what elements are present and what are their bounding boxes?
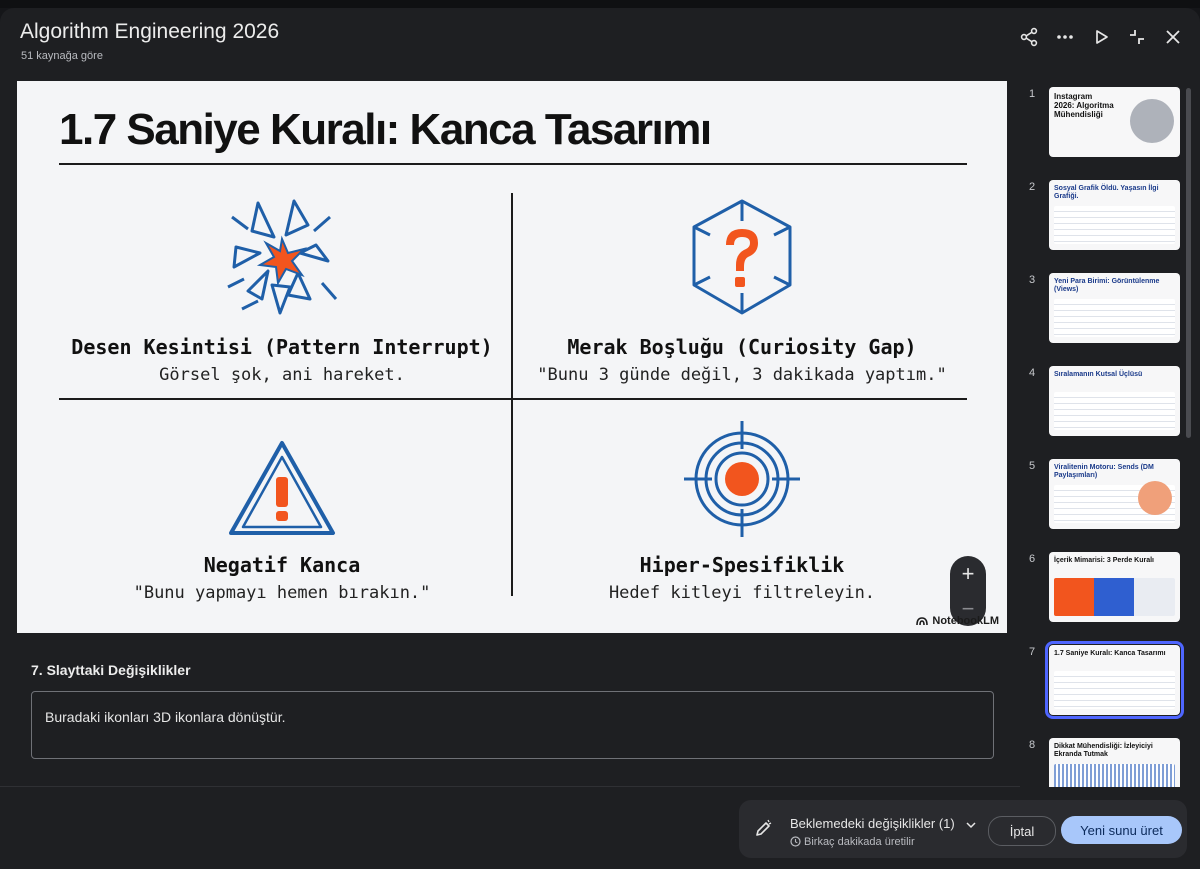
thumbnail-item-selected[interactable]: 7 1.7 Saniye Kuralı: Kanca Tasarımı — [1022, 639, 1184, 719]
thumbnail-image: Sosyal Grafik Öldü. Yaşasın İlgi Grafiği… — [1049, 180, 1180, 250]
thumbnail-image: Dikkat Mühendisliği: İzleyiciyi Ekranda … — [1049, 738, 1180, 787]
title-rule — [59, 163, 967, 165]
thumbnail-item[interactable]: 1 Instagram 2026: Algoritma Mühendisliği — [1022, 81, 1182, 161]
thumbnail-number: 8 — [1029, 739, 1036, 751]
window-top-strip — [0, 0, 1200, 8]
thumbnail-item[interactable]: 2 Sosyal Grafik Öldü. Yaşasın İlgi Grafi… — [1022, 174, 1182, 254]
thumbnail-title: 1.7 Saniye Kuralı: Kanca Tasarımı — [1054, 650, 1166, 657]
source-count: 51 kaynağa göre — [21, 50, 103, 62]
edit-pen-icon — [756, 819, 772, 836]
quadrant-heading: Desen Kesintisi (Pattern Interrupt) — [71, 335, 493, 359]
collapse-icon[interactable] — [1122, 22, 1152, 52]
pending-changes-bar: Beklemedeki değişiklikler (1) Birkaç dak… — [739, 800, 1187, 858]
thumbnail-image: İçerik Mimarisi: 3 Perde Kuralı — [1049, 552, 1180, 622]
thumbnail-number: 1 — [1029, 88, 1036, 100]
cancel-button[interactable]: İptal — [988, 816, 1056, 846]
slide-canvas: 1.7 Saniye Kuralı: Kanca Tasarımı Desen … — [17, 81, 1007, 633]
thumbnail-title: Sosyal Grafik Öldü. Yaşasın İlgi Grafiği… — [1054, 185, 1159, 201]
shattered-glass-icon — [227, 199, 338, 315]
thumbnail-title: Dikkat Mühendisliği: İzleyiciyi Ekranda … — [1054, 743, 1153, 759]
thumbnail-item[interactable]: 6 İçerik Mimarisi: 3 Perde Kuralı — [1022, 546, 1182, 626]
pending-subtitle: Birkaç dakikada üretilir — [790, 836, 915, 848]
thumbnail-title: Instagram 2026: Algoritma Mühendisliği — [1054, 92, 1114, 120]
quadrant-heading: Negatif Kanca — [203, 553, 361, 577]
quadrant-description: "Bunu 3 günde değil, 3 dakikada yaptım." — [537, 365, 947, 385]
thumbnail-title: İçerik Mimarisi: 3 Perde Kuralı — [1054, 557, 1154, 564]
quadrant-curiosity-gap: Merak Boşluğu (Curiosity Gap) "Bunu 3 gü… — [522, 193, 962, 385]
chevron-down-icon[interactable] — [966, 821, 976, 829]
more-icon[interactable] — [1050, 22, 1080, 52]
brand-logo: NotebookLM — [916, 615, 999, 627]
thumbnail-image: 1.7 Saniye Kuralı: Kanca Tasarımı — [1045, 641, 1184, 719]
quadrant-description: Görsel şok, ani hareket. — [159, 365, 405, 385]
changes-label: 7. Slayttaki Değişiklikler — [31, 662, 191, 678]
slide-thumbnail-list: 1 Instagram 2026: Algoritma Mühendisliği… — [1022, 81, 1184, 787]
generate-presentation-button[interactable]: Yeni sunu üret — [1061, 816, 1182, 844]
close-icon[interactable] — [1158, 22, 1188, 52]
pending-title[interactable]: Beklemedeki değişiklikler (1) — [790, 816, 976, 831]
quadrant-pattern-interrupt: Desen Kesintisi (Pattern Interrupt) Görs… — [62, 193, 502, 385]
grid-vertical-divider — [511, 193, 513, 596]
thumbnail-title: Sıralamanın Kutsal Üçlüsü — [1054, 371, 1143, 378]
thumbnail-title: Yeni Para Birimi: Görüntülenme (Views) — [1054, 278, 1160, 294]
changes-input-text: Buradaki ikonları 3D ikonlara dönüştür. — [45, 709, 286, 725]
share-icon[interactable] — [1014, 22, 1044, 52]
thumbnail-item[interactable]: 3 Yeni Para Birimi: Görüntülenme (Views) — [1022, 267, 1182, 347]
thumbnail-image: Yeni Para Birimi: Görüntülenme (Views) — [1049, 273, 1180, 343]
quadrant-description: Hedef kitleyi filtreleyin. — [608, 583, 876, 603]
thumbnail-image: Instagram 2026: Algoritma Mühendisliği — [1049, 87, 1180, 157]
brand-label: NotebookLM — [932, 615, 999, 627]
quadrant-heading: Merak Boşluğu (Curiosity Gap) — [567, 335, 917, 359]
slide-title: 1.7 Saniye Kuralı: Kanca Tasarımı — [59, 105, 712, 154]
thumbnail-scrollbar[interactable] — [1186, 88, 1191, 438]
quadrant-heading: Hiper-Spesifiklik — [639, 553, 845, 577]
thumbnail-image: Sıralamanın Kutsal Üçlüsü — [1049, 366, 1180, 436]
page-title: Algorithm Engineering 2026 — [20, 20, 280, 43]
thumbnail-number: 2 — [1029, 181, 1036, 193]
thumbnail-item[interactable]: 5 Viralitenin Motoru: Sends (DM Paylaşım… — [1022, 453, 1182, 533]
quadrant-negative-hook: Negatif Kanca "Bunu yapmayı hemen bırakı… — [62, 411, 502, 603]
header-actions — [1014, 22, 1188, 52]
thumbnail-number: 3 — [1029, 274, 1036, 286]
notebooklm-logo-icon — [916, 617, 929, 626]
quadrant-description: "Bunu yapmayı hemen bırakın." — [133, 583, 431, 603]
changes-input[interactable]: Buradaki ikonları 3D ikonlara dönüştür. — [31, 691, 994, 759]
grid-horizontal-divider — [59, 398, 967, 400]
question-cube-icon — [692, 199, 792, 315]
clock-icon — [790, 836, 801, 847]
play-icon[interactable] — [1086, 22, 1116, 52]
thumbnail-number: 7 — [1029, 646, 1036, 658]
thumbnail-number: 6 — [1029, 553, 1036, 565]
target-icon — [684, 421, 800, 537]
thumbnail-number: 4 — [1029, 367, 1036, 379]
zoom-in-button[interactable]: + — [962, 561, 975, 587]
bottom-divider — [0, 786, 1020, 787]
warning-triangle-icon — [229, 441, 335, 535]
quadrant-hyper-specificity: Hiper-Spesifiklik Hedef kitleyi filtrele… — [522, 411, 962, 603]
thumbnail-item[interactable]: 4 Sıralamanın Kutsal Üçlüsü — [1022, 360, 1182, 440]
thumbnail-title: Viralitenin Motoru: Sends (DM Paylaşımla… — [1054, 464, 1154, 480]
thumbnail-item[interactable]: 8 Dikkat Mühendisliği: İzleyiciyi Ekrand… — [1022, 732, 1182, 787]
thumbnail-number: 5 — [1029, 460, 1036, 472]
thumbnail-image: Viralitenin Motoru: Sends (DM Paylaşımla… — [1049, 459, 1180, 529]
